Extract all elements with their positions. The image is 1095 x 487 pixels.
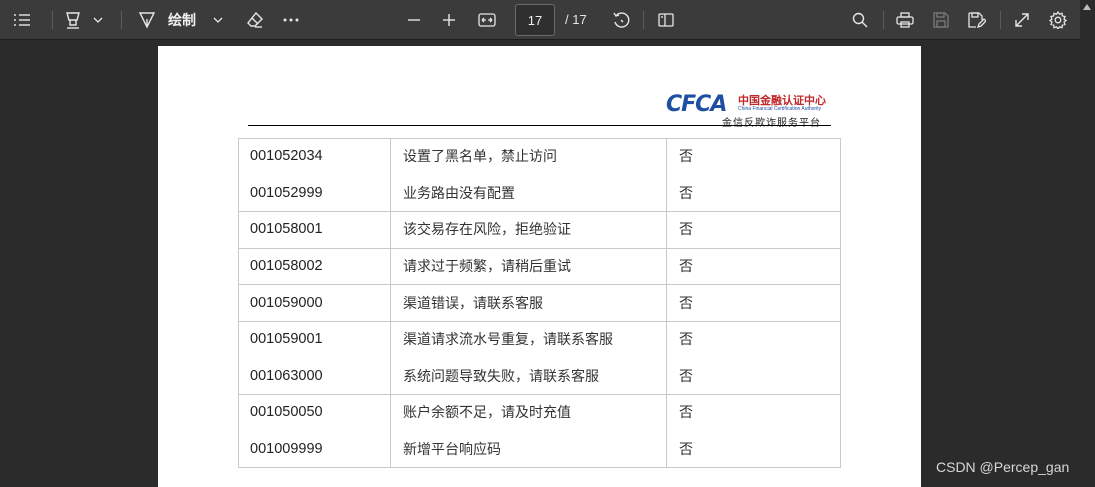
vertical-scrollbar[interactable] [1080, 0, 1095, 487]
highlight-icon[interactable] [60, 6, 86, 34]
logo-subtitle: 金信反欺诈服务平台 [722, 118, 821, 129]
table-row: 001052999 业务路由没有配置 否 [238, 175, 841, 212]
table-row: 001009999 新增平台响应码 否 [238, 431, 841, 468]
code-cell: 001059001 [250, 331, 323, 348]
code-cell: 001059000 [250, 294, 323, 311]
table-row: 001052034 设置了黑名单，禁止访问 否 [238, 138, 841, 175]
settings-gear-icon[interactable] [1045, 6, 1071, 34]
table-row-divider [238, 248, 841, 249]
description-cell: 设置了黑名单，禁止访问 [403, 149, 557, 166]
flag-cell: 否 [679, 185, 693, 202]
flag-cell: 否 [679, 368, 693, 385]
table-column-divider [390, 138, 391, 468]
toolbar-divider [643, 11, 644, 29]
code-cell: 001052034 [250, 148, 323, 165]
contents-list-icon[interactable] [8, 6, 36, 34]
page-number-input[interactable] [515, 4, 555, 36]
page-total: / 17 [565, 12, 587, 27]
draw-label: 绘制 [168, 13, 196, 29]
pdf-page: CFCA 中国金融认证中心 China Financial Certificat… [158, 46, 921, 487]
pdf-toolbar: 绘制 / 17 [0, 0, 1080, 40]
eraser-icon[interactable] [242, 6, 268, 34]
table-row: 001050050 账户余额不足，请及时充值 否 [238, 394, 841, 431]
table-border [238, 138, 841, 139]
zoom-out-icon[interactable] [402, 6, 426, 34]
table-row-divider [238, 321, 841, 322]
table-border [238, 467, 841, 468]
response-code-table: 001052034 设置了黑名单，禁止访问 否 001052999 业务路由没有… [238, 138, 841, 468]
page-view-icon[interactable] [653, 6, 679, 34]
logo-brand: CFCA [666, 92, 727, 117]
print-icon[interactable] [892, 6, 918, 34]
code-cell: 001050050 [250, 404, 323, 421]
table-row: 001058001 该交易存在风险，拒绝验证 否 [238, 211, 841, 248]
table-row-divider [238, 284, 841, 285]
table-border [238, 138, 239, 468]
description-cell: 系统问题导致失败，请联系客服 [403, 368, 599, 385]
description-cell: 业务路由没有配置 [403, 185, 515, 202]
description-cell: 该交易存在风险，拒绝验证 [403, 222, 571, 239]
flag-cell: 否 [679, 149, 693, 166]
table-row-divider [238, 394, 841, 395]
code-cell: 001052999 [250, 184, 323, 201]
highlight-dropdown-chevron-icon[interactable] [90, 6, 106, 34]
toolbar-divider [883, 11, 884, 29]
flag-cell: 否 [679, 222, 693, 239]
table-row: 001058002 请求过于频繁，请稍后重试 否 [238, 248, 841, 285]
table-row: 001059000 渠道错误，请联系客服 否 [238, 284, 841, 321]
save-icon[interactable] [928, 6, 954, 34]
flag-cell: 否 [679, 295, 693, 312]
save-as-icon[interactable] [964, 6, 990, 34]
flag-cell: 否 [679, 332, 693, 349]
code-cell: 001058002 [250, 258, 323, 275]
more-options-icon[interactable] [278, 6, 304, 34]
description-cell: 账户余额不足，请及时充值 [403, 405, 571, 422]
draw-pen-icon [138, 11, 156, 29]
table-row-divider [238, 211, 841, 212]
table-border [840, 138, 841, 468]
header-rule [248, 125, 831, 126]
description-cell: 渠道请求流水号重复，请联系客服 [403, 332, 613, 349]
draw-dropdown-chevron-icon[interactable] [210, 6, 226, 34]
code-cell: 001009999 [250, 441, 323, 458]
fit-width-icon[interactable] [474, 6, 500, 34]
flag-cell: 否 [679, 442, 693, 459]
expand-icon[interactable] [1009, 6, 1035, 34]
description-cell: 请求过于频繁，请稍后重试 [403, 259, 571, 276]
zoom-in-icon[interactable] [437, 6, 461, 34]
flag-cell: 否 [679, 259, 693, 276]
code-cell: 001063000 [250, 367, 323, 384]
description-cell: 新增平台响应码 [403, 442, 501, 459]
logo-name-en: China Financial Certification Authority [738, 106, 822, 112]
description-cell: 渠道错误，请联系客服 [403, 295, 543, 312]
toolbar-divider [1000, 11, 1001, 29]
cfca-logo: CFCA 中国金融认证中心 China Financial Certificat… [666, 92, 836, 129]
search-icon[interactable] [847, 6, 873, 34]
watermark: CSDN @Percep_gan [936, 459, 1070, 475]
table-row: 001059001 渠道请求流水号重复，请联系客服 否 [238, 321, 841, 358]
scroll-up-arrow-icon[interactable] [1083, 4, 1091, 10]
flag-cell: 否 [679, 405, 693, 422]
table-column-divider [666, 138, 667, 468]
toolbar-divider [121, 11, 122, 29]
rotate-icon[interactable] [608, 6, 634, 34]
table-row: 001063000 系统问题导致失败，请联系客服 否 [238, 358, 841, 395]
toolbar-divider [52, 11, 53, 29]
code-cell: 001058001 [250, 221, 323, 238]
